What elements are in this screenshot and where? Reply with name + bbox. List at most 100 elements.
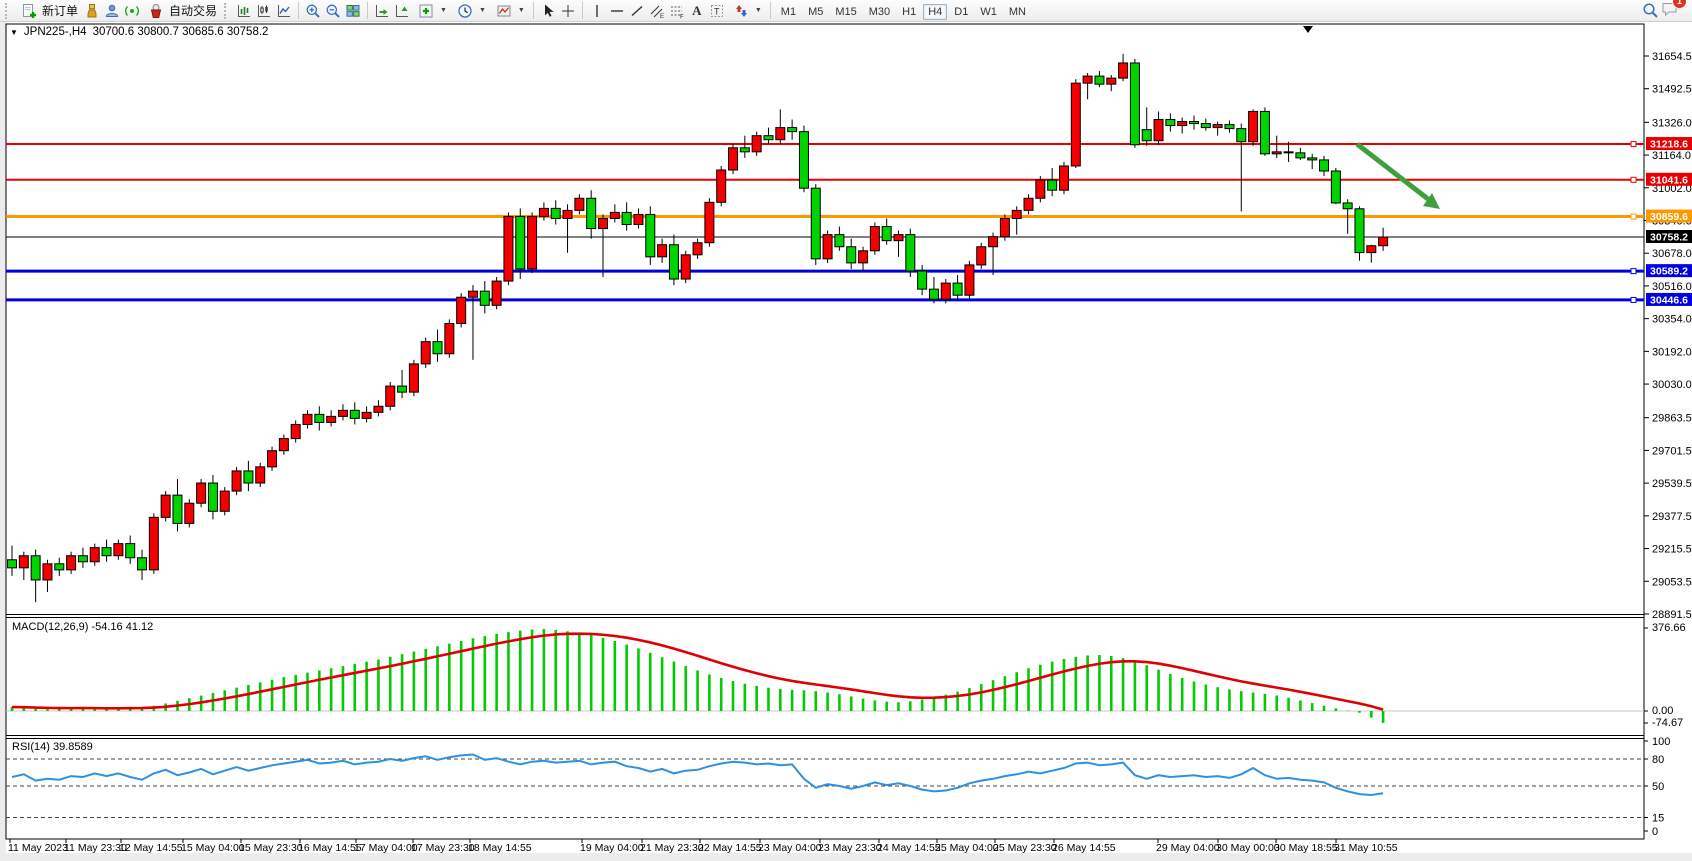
- svg-text:12 May 14:55: 12 May 14:55: [119, 842, 183, 854]
- symbol-period-label: JPN225-,H4: [24, 26, 87, 38]
- timeframe-button-H4[interactable]: H4: [923, 4, 947, 20]
- svg-text:28891.5: 28891.5: [1652, 609, 1692, 621]
- svg-text:29377.5: 29377.5: [1652, 511, 1692, 523]
- time-axis[interactable]: 11 May 202311 May 23:3012 May 14:5515 Ma…: [8, 839, 1398, 854]
- chart-window: 31654.531492.531326.031164.031002.030840…: [0, 22, 1692, 861]
- community-icon[interactable]: [102, 1, 122, 20]
- svg-text:15 May 04:00: 15 May 04:00: [181, 842, 245, 854]
- svg-text:15: 15: [1652, 813, 1664, 825]
- svg-text:30678.0: 30678.0: [1652, 248, 1692, 260]
- search-icon[interactable]: [1640, 1, 1660, 20]
- svg-text:0: 0: [1652, 826, 1658, 838]
- toolbar-separator: [367, 2, 368, 19]
- autotrade-icon: [146, 1, 166, 20]
- seal-icon[interactable]: [82, 1, 102, 20]
- timeframe-group: M1M5M15M30H1H4D1W1MN: [775, 2, 1032, 20]
- svg-text:30 May 00:00: 30 May 00:00: [1216, 842, 1280, 854]
- svg-text:29053.5: 29053.5: [1652, 576, 1692, 588]
- fibonacci-tool-icon[interactable]: F: [667, 1, 687, 20]
- symbol-dropdown-icon[interactable]: ▼: [10, 28, 18, 37]
- price-axis[interactable]: 31654.531492.531326.031164.031002.030840…: [1644, 51, 1692, 621]
- svg-text:24 May 14:55: 24 May 14:55: [877, 842, 941, 854]
- chart-canvas[interactable]: 31654.531492.531326.031164.031002.030840…: [0, 22, 1692, 861]
- svg-text:100: 100: [1652, 736, 1670, 748]
- svg-text:376.66: 376.66: [1652, 622, 1686, 634]
- svg-text:31041.6: 31041.6: [1650, 174, 1688, 186]
- svg-text:0.00: 0.00: [1652, 705, 1673, 717]
- toolbar: 新订单 自动交易 ▼: [0, 0, 1692, 22]
- svg-text:16 May 14:55: 16 May 14:55: [298, 842, 362, 854]
- equidistant-channel-tool-icon[interactable]: E: [647, 1, 667, 20]
- timeframe-button-M5[interactable]: M5: [803, 4, 828, 20]
- new-order-icon: [19, 1, 39, 20]
- toolbar-separator: [770, 2, 771, 19]
- svg-text:23 May 23:30: 23 May 23:30: [818, 842, 882, 854]
- svg-text:31492.5: 31492.5: [1652, 84, 1692, 96]
- zoom-out-icon[interactable]: [323, 1, 343, 20]
- auto-scroll-icon[interactable]: [372, 1, 392, 20]
- notifications-button[interactable]: 1: [1660, 0, 1680, 22]
- svg-text:22 May 14:55: 22 May 14:55: [698, 842, 762, 854]
- timeframe-button-MN[interactable]: MN: [1004, 4, 1031, 20]
- toolbar-separator: [582, 2, 583, 19]
- bar-chart-mode-icon[interactable]: [234, 1, 254, 20]
- chevron-down-icon: ▼: [755, 7, 762, 14]
- autotrade-button[interactable]: 自动交易: [142, 1, 221, 20]
- chart-shift-icon[interactable]: [392, 1, 412, 20]
- timeframe-button-H1[interactable]: H1: [897, 4, 921, 20]
- toolbar-grip: [224, 3, 229, 19]
- line-chart-mode-icon[interactable]: [274, 1, 294, 20]
- timeframe-button-W1[interactable]: W1: [975, 4, 1002, 20]
- text-label-tool-icon[interactable]: T: [707, 1, 727, 20]
- svg-text:30030.0: 30030.0: [1652, 379, 1692, 391]
- svg-text:31 May 10:55: 31 May 10:55: [1334, 842, 1398, 854]
- timeframe-button-D1[interactable]: D1: [949, 4, 973, 20]
- toolbar-grip: [5, 3, 10, 19]
- timeframe-button-M15[interactable]: M15: [830, 4, 861, 20]
- chevron-down-icon: ▼: [440, 7, 447, 14]
- svg-text:29539.5: 29539.5: [1652, 478, 1692, 490]
- svg-text:26 May 14:55: 26 May 14:55: [1052, 842, 1116, 854]
- svg-text:30446.6: 30446.6: [1650, 294, 1688, 306]
- svg-text:30859.6: 30859.6: [1650, 211, 1688, 223]
- new-order-button[interactable]: 新订单: [15, 1, 82, 20]
- rsi-indicator-label: RSI(14) 39.8589: [12, 741, 93, 753]
- trendline-tool-icon[interactable]: [627, 1, 647, 20]
- zoom-in-icon[interactable]: [303, 1, 323, 20]
- svg-text:80: 80: [1652, 754, 1664, 766]
- cursor-icon[interactable]: [538, 1, 558, 20]
- chart-title: ▼ JPN225-,H4 30700.6 30800.7 30685.6 307…: [10, 26, 268, 38]
- svg-text:-74.67: -74.67: [1652, 717, 1683, 729]
- svg-text:30758.2: 30758.2: [1650, 232, 1688, 244]
- svg-text:17 May 23:30: 17 May 23:30: [411, 842, 475, 854]
- svg-text:31164.0: 31164.0: [1652, 150, 1691, 162]
- chevron-down-icon: ▼: [479, 7, 486, 14]
- indicators-button[interactable]: ▼: [412, 1, 451, 20]
- template-icon: [494, 1, 514, 20]
- timeframe-button-M30[interactable]: M30: [864, 4, 895, 20]
- svg-text:17 May 04:00: 17 May 04:00: [354, 842, 418, 854]
- svg-text:18 May 14:55: 18 May 14:55: [468, 842, 532, 854]
- arrows-tool-button[interactable]: ▼: [727, 1, 766, 20]
- svg-text:23 May 04:00: 23 May 04:00: [758, 842, 822, 854]
- macd-indicator-label: MACD(12,26,9) -54.16 41.12: [12, 621, 153, 633]
- templates-button[interactable]: ▼: [490, 1, 529, 20]
- svg-text:21 May 23:30: 21 May 23:30: [640, 842, 704, 854]
- timeframe-button-M1[interactable]: M1: [776, 4, 801, 20]
- periods-button[interactable]: ▼: [451, 1, 490, 20]
- candlestick-chart-mode-icon[interactable]: [254, 1, 274, 20]
- svg-text:25 May 23:30: 25 May 23:30: [993, 842, 1057, 854]
- crosshair-icon[interactable]: [558, 1, 578, 20]
- toolbar-separator: [533, 2, 534, 19]
- vertical-line-tool-icon[interactable]: [587, 1, 607, 20]
- signal-icon[interactable]: [122, 1, 142, 20]
- new-order-label: 新订单: [42, 2, 78, 19]
- svg-text:30516.0: 30516.0: [1652, 281, 1692, 293]
- autotrade-label: 自动交易: [169, 2, 217, 19]
- ohlc-values: 30700.6 30800.7 30685.6 30758.2: [93, 26, 269, 38]
- tile-windows-icon[interactable]: [343, 1, 363, 20]
- text-tool-icon[interactable]: A: [687, 1, 707, 20]
- svg-text:30 May 18:55: 30 May 18:55: [1274, 842, 1338, 854]
- svg-text:30354.0: 30354.0: [1652, 314, 1692, 326]
- horizontal-line-tool-icon[interactable]: [607, 1, 627, 20]
